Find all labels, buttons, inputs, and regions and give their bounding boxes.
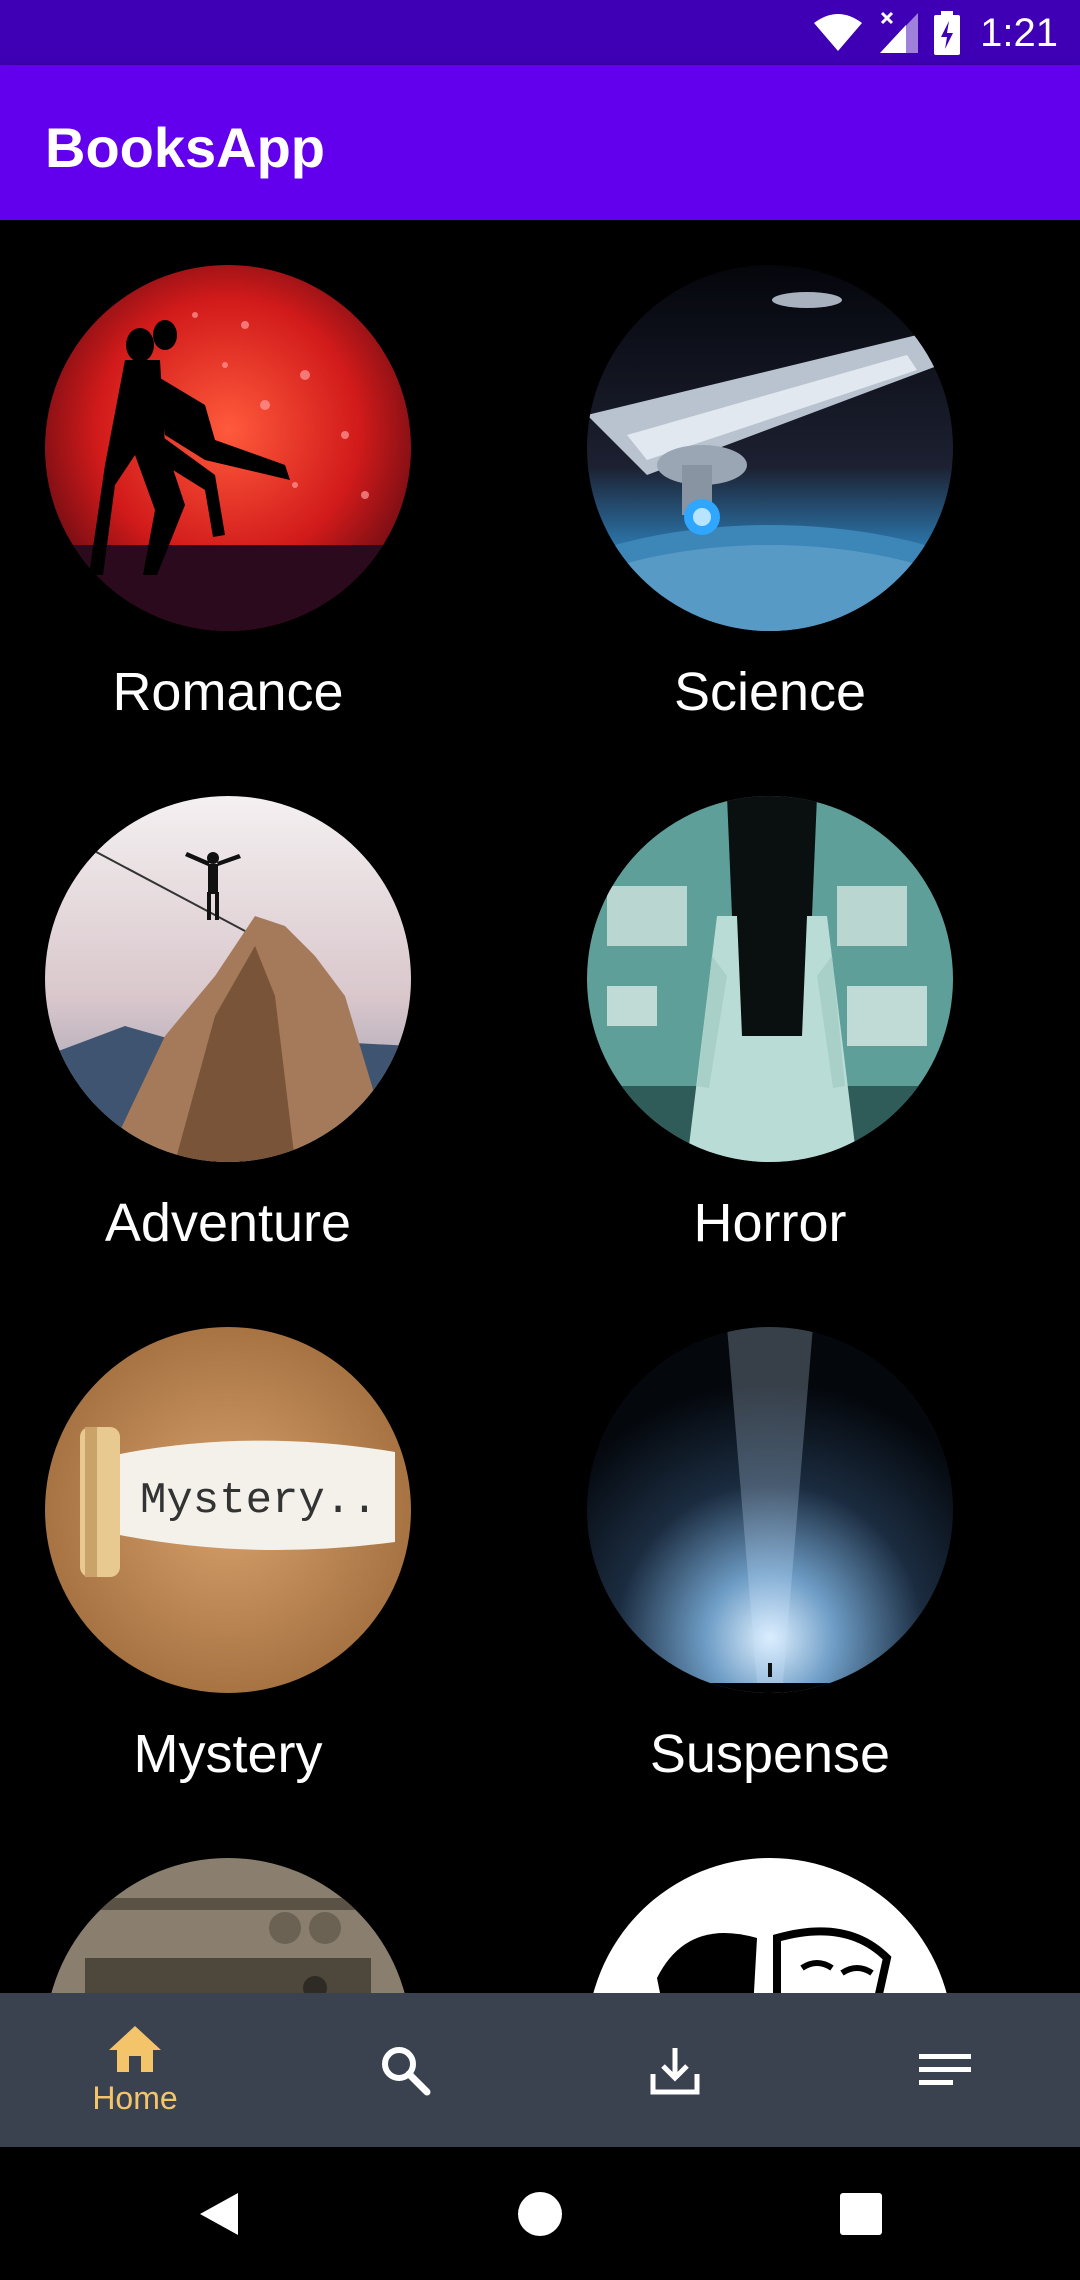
adventure-image: [45, 796, 411, 1162]
search-icon: [382, 2047, 431, 2096]
suspense-image: [587, 1327, 953, 1693]
nav-menu[interactable]: [810, 1993, 1080, 2147]
category-label: Suspense: [649, 1724, 891, 1784]
recents-icon[interactable]: [840, 2193, 882, 2235]
horror-image: [587, 796, 953, 1162]
home-icon: [109, 2025, 161, 2072]
download-icon: [650, 2048, 700, 2095]
status-time: 1:21: [980, 10, 1058, 55]
nav-home-label: Home: [92, 2079, 178, 2116]
menu-icon: [919, 2054, 971, 2085]
category-image: [587, 1858, 953, 1993]
home-circle-icon[interactable]: [517, 2191, 563, 2237]
category-tile-romance[interactable]: Romance: [43, 265, 413, 723]
category-image: [45, 1858, 411, 1993]
cell-signal-icon: [880, 11, 919, 53]
romance-image: [45, 265, 411, 631]
category-tile-science[interactable]: Science: [585, 265, 955, 723]
app-title: BooksApp: [45, 116, 325, 179]
category-grid[interactable]: Romance Science Adventure Horror Mystery…: [0, 220, 1080, 1993]
category-tile-historical[interactable]: [43, 1858, 413, 1993]
mystery-image-text: Mystery..: [140, 1476, 378, 1526]
category-label: Adventure: [104, 1193, 352, 1253]
category-tile-horror[interactable]: Horror: [585, 796, 955, 1254]
science-image: [587, 265, 953, 631]
status-bar: 1:21: [0, 0, 1080, 65]
back-icon[interactable]: [196, 2191, 242, 2237]
nav-downloads[interactable]: [540, 1993, 810, 2147]
category-tile-drama[interactable]: [585, 1858, 955, 1993]
category-label: Science: [673, 662, 867, 722]
nav-home[interactable]: Home: [0, 1993, 270, 2147]
category-tile-suspense[interactable]: Suspense: [585, 1327, 955, 1785]
wifi-icon: [814, 14, 863, 51]
category-label: Romance: [112, 662, 344, 722]
app-bar: BooksApp: [0, 65, 1080, 220]
mystery-image: Mystery..: [45, 1327, 411, 1693]
category-label: Horror: [693, 1193, 847, 1253]
category-label: Mystery: [133, 1724, 323, 1784]
category-tile-adventure[interactable]: Adventure: [43, 796, 413, 1254]
system-navigation-bar: [0, 2147, 1080, 2280]
battery-charging-icon: [934, 11, 961, 55]
nav-search[interactable]: [270, 1993, 540, 2147]
bottom-navigation: Home: [0, 1993, 1080, 2147]
category-tile-mystery[interactable]: Mystery.. Mystery: [43, 1327, 413, 1785]
